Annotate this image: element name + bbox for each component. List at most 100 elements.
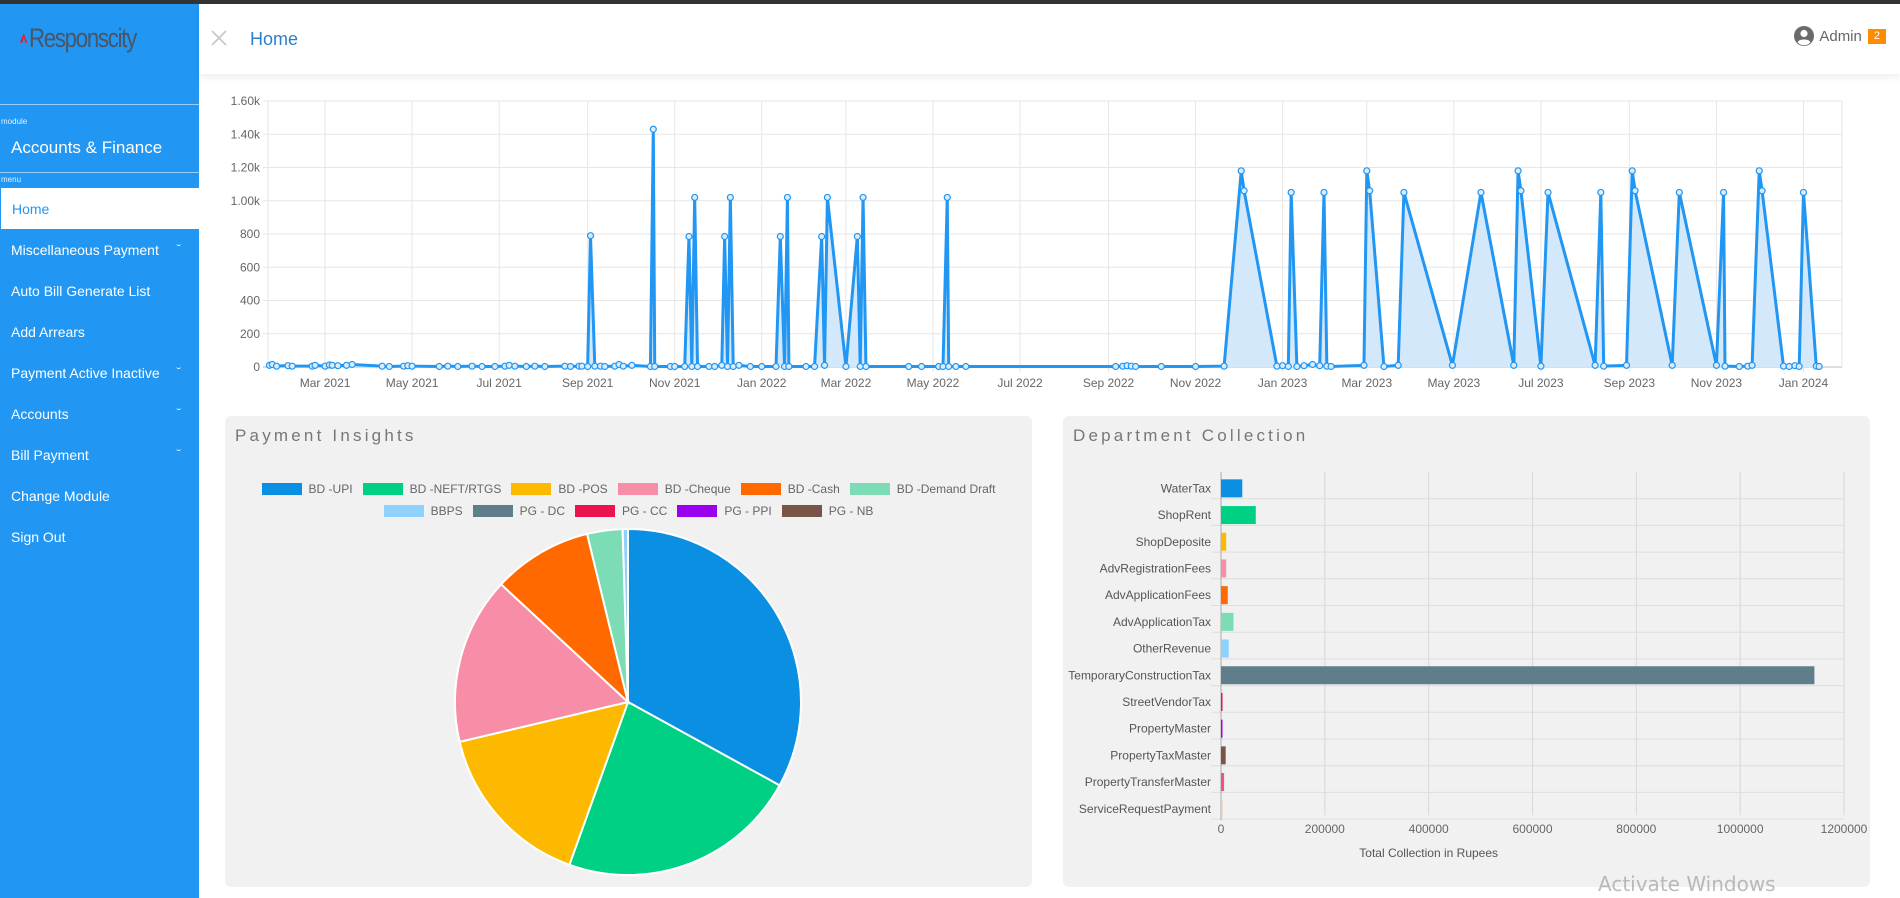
brand-logo[interactable]: Responscity bbox=[20, 18, 160, 58]
legend-item[interactable]: BD -POS bbox=[511, 482, 608, 496]
sidebar-item-miscellaneous-payment[interactable]: Miscellaneous Payment ˇ bbox=[0, 229, 199, 270]
data-point bbox=[1735, 362, 1743, 371]
pie-slice bbox=[458, 700, 630, 867]
data-point bbox=[1191, 362, 1200, 371]
sidebar-item-payment-active-inactive[interactable]: Payment Active Inactive ˇ bbox=[0, 352, 199, 393]
sidebar-item-label: Change Module bbox=[11, 487, 110, 504]
y-tick-label: 600 bbox=[240, 260, 260, 274]
data-point bbox=[444, 362, 452, 370]
data-point bbox=[1279, 362, 1287, 370]
data-point bbox=[705, 362, 713, 371]
legend-swatch bbox=[740, 483, 781, 495]
sidebar-item-accounts[interactable]: Accounts ˇ bbox=[0, 393, 199, 434]
pie-slice bbox=[621, 527, 629, 703]
data-point bbox=[726, 193, 734, 202]
menu-caption: menu bbox=[1, 175, 22, 184]
data-point bbox=[651, 362, 659, 371]
data-point bbox=[505, 361, 513, 369]
x-tick-label: Nov 2022 bbox=[1170, 376, 1222, 390]
data-point bbox=[943, 193, 951, 202]
legend-item[interactable]: BD -Cash bbox=[740, 482, 840, 496]
data-point bbox=[1320, 188, 1328, 197]
x-tick-label: Jul 2022 bbox=[997, 376, 1043, 390]
pie-slice bbox=[568, 700, 781, 876]
legend-swatch bbox=[511, 483, 552, 495]
bar bbox=[1221, 773, 1225, 792]
x-tick-label: Mar 2022 bbox=[821, 376, 872, 390]
sidebar-item-sign-out[interactable]: Sign Out bbox=[0, 516, 199, 557]
activate-windows-watermark: Activate Windows bbox=[1598, 872, 1776, 896]
legend-item[interactable]: BD -NEFT/RTGS bbox=[362, 482, 501, 496]
category-label: OtherRevenue bbox=[1133, 642, 1211, 656]
bar bbox=[1221, 719, 1223, 738]
x-axis-title: Total Collection in Rupees bbox=[1359, 846, 1498, 860]
data-point bbox=[671, 362, 679, 371]
bar bbox=[1221, 746, 1226, 765]
data-point bbox=[491, 362, 499, 371]
data-point bbox=[691, 193, 699, 202]
data-point bbox=[511, 362, 519, 370]
legend-swatch bbox=[575, 505, 615, 517]
data-point bbox=[1600, 362, 1608, 370]
pie-slice bbox=[627, 527, 802, 787]
legend-row: BD -UPI BD -NEFT/RTGS BD -POS BD -Cheque BD … bbox=[225, 478, 1032, 500]
data-point bbox=[468, 362, 476, 370]
data-point bbox=[522, 362, 530, 371]
collection-timeline-chart: 0 200 400 600 800 1.00k 1.20k 1.40k 1.60k Mar 202… bbox=[231, 94, 1843, 390]
data-point bbox=[1380, 362, 1388, 371]
sidebar-menu: Home Miscellaneous Payment ˇ Auto Bill Ge… bbox=[0, 188, 199, 557]
sidebar-item-change-module[interactable]: Change Module bbox=[0, 475, 199, 516]
legend-swatch bbox=[472, 505, 513, 517]
data-point bbox=[1591, 361, 1599, 369]
category-label: TemporaryConstructionTax bbox=[1068, 668, 1211, 682]
x-tick-label: Nov 2021 bbox=[649, 376, 701, 390]
user-menu[interactable]: Admin 2 bbox=[1794, 26, 1886, 46]
sidebar-item-auto-bill-generate-list[interactable]: Auto Bill Generate List bbox=[0, 270, 199, 311]
data-point bbox=[1157, 362, 1165, 371]
legend-item[interactable]: PG - DC bbox=[472, 504, 565, 518]
legend-item[interactable]: PG - PPI bbox=[677, 504, 772, 518]
legend-label: BD -Cash bbox=[787, 482, 840, 496]
bar bbox=[1221, 532, 1227, 551]
notification-badge[interactable]: 2 bbox=[1867, 28, 1886, 44]
x-tick-label: May 2023 bbox=[1427, 376, 1480, 390]
legend-item[interactable]: BD -UPI bbox=[261, 482, 353, 496]
legend-swatch bbox=[781, 505, 822, 517]
legend-item[interactable]: BBPS bbox=[383, 504, 463, 518]
x-tick-label: Jan 2023 bbox=[1258, 376, 1308, 390]
data-point bbox=[649, 125, 657, 133]
category-label: PropertyTransferMaster bbox=[1085, 775, 1211, 789]
data-point bbox=[1237, 167, 1245, 175]
sidebar-item-label: Miscellaneous Payment bbox=[11, 241, 159, 258]
sidebar-item-bill-payment[interactable]: Bill Payment ˇ bbox=[0, 434, 199, 475]
legend-item[interactable]: PG - NB bbox=[781, 504, 873, 518]
legend-item[interactable]: BD -Cheque bbox=[617, 482, 731, 496]
data-point bbox=[1448, 361, 1457, 369]
data-point bbox=[1779, 362, 1788, 370]
x-tick-label: Sep 2021 bbox=[562, 376, 614, 390]
legend-swatch bbox=[383, 505, 424, 517]
x-tick-label: 600000 bbox=[1512, 822, 1552, 836]
legend-item[interactable]: BD -Demand Draft bbox=[849, 482, 995, 496]
category-label: AdvApplicationTax bbox=[1113, 615, 1211, 629]
pie-slice bbox=[454, 582, 631, 744]
data-point bbox=[619, 362, 627, 370]
user-name: Admin bbox=[1819, 27, 1862, 45]
brand-name: Responscity bbox=[29, 22, 137, 53]
legend-item[interactable]: PG - CC bbox=[575, 504, 667, 518]
x-tick-label: Sep 2023 bbox=[1604, 376, 1656, 390]
logo-triangle-icon bbox=[20, 33, 28, 43]
y-tick-label: 1.20k bbox=[231, 161, 261, 175]
category-label: PropertyMaster bbox=[1129, 722, 1211, 736]
bar bbox=[1221, 612, 1234, 631]
data-point bbox=[1293, 362, 1301, 371]
legend-swatch bbox=[362, 483, 403, 495]
data-point bbox=[378, 362, 386, 370]
data-point bbox=[856, 362, 864, 371]
close-sidebar-icon[interactable] bbox=[209, 28, 229, 48]
sidebar-item-add-arrears[interactable]: Add Arrears bbox=[0, 311, 199, 352]
data-point bbox=[1755, 167, 1763, 175]
x-tick-label: Nov 2023 bbox=[1691, 376, 1743, 390]
sidebar-item-home[interactable]: Home bbox=[1, 188, 199, 229]
data-point bbox=[776, 232, 784, 241]
